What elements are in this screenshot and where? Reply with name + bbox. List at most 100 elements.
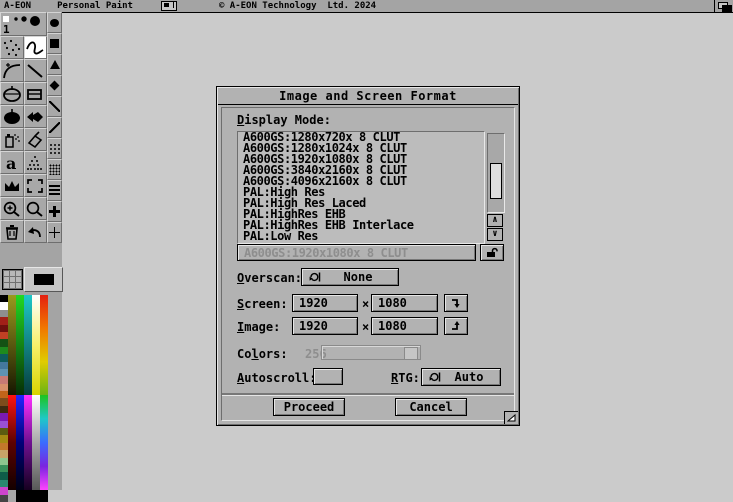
- tool-brush-size-selector[interactable]: 1: [0, 12, 47, 36]
- palette-color-cell[interactable]: [0, 495, 8, 502]
- palette-color-cell[interactable]: [0, 472, 8, 479]
- palette-gradient-strip[interactable]: [32, 295, 40, 395]
- lock-button[interactable]: [480, 244, 504, 261]
- display-mode-option[interactable]: PAL:Low Res: [238, 231, 484, 242]
- palette-misc-column[interactable]: [0, 295, 8, 502]
- image-height-field[interactable]: 1080: [371, 317, 438, 335]
- tool-polygon[interactable]: [24, 105, 48, 128]
- palette-gradient-strip[interactable]: [16, 295, 24, 395]
- palette-grid-button[interactable]: [2, 269, 23, 290]
- pattern-dense-icon[interactable]: [47, 159, 62, 180]
- tool-fill[interactable]: [24, 128, 48, 151]
- tool-freehand[interactable]: [24, 36, 48, 59]
- palette-color-cell[interactable]: [0, 369, 8, 376]
- tool-line[interactable]: [24, 59, 48, 82]
- cross-bold-icon[interactable]: [47, 201, 62, 222]
- dialog-title[interactable]: Image and Screen Format: [218, 88, 518, 105]
- listview-scrollbar[interactable]: [487, 133, 505, 213]
- palette-color-cell[interactable]: [0, 413, 8, 420]
- tool-select-box[interactable]: [24, 174, 48, 197]
- palette-gradient-strip[interactable]: [32, 395, 40, 490]
- palette-gradient-strip[interactable]: [40, 295, 48, 395]
- palette-color-cell[interactable]: [0, 339, 8, 346]
- cross-thin-icon[interactable]: [47, 222, 62, 243]
- current-color-indicator[interactable]: [24, 267, 63, 292]
- palette-gradient-strip[interactable]: [24, 395, 32, 490]
- copy-screen-to-image-button[interactable]: [444, 294, 468, 312]
- palette-color-cell[interactable]: [0, 332, 8, 339]
- palette-color-cell[interactable]: [0, 317, 8, 324]
- screen-height-field[interactable]: 1080: [371, 294, 438, 312]
- tool-undo[interactable]: [24, 220, 48, 243]
- selected-mode-field[interactable]: A600GS:1920x1080x 8 CLUT: [237, 244, 476, 261]
- tool-airbrush[interactable]: [0, 128, 24, 151]
- palette-color-cell[interactable]: [0, 302, 8, 309]
- image-width-field[interactable]: 1920: [292, 317, 358, 335]
- tool-rectangle[interactable]: [24, 82, 48, 105]
- scroll-up-button[interactable]: ∧: [487, 214, 503, 227]
- palette-color-cell[interactable]: [0, 362, 8, 369]
- palette-gradient-strip[interactable]: [24, 295, 32, 395]
- palette-gradient-strip[interactable]: [16, 395, 24, 490]
- palette-color-cell[interactable]: [0, 480, 8, 487]
- palette-color-cell[interactable]: [0, 450, 8, 457]
- tool-filled-ellipse[interactable]: [0, 105, 24, 128]
- palette-color-cell[interactable]: [16, 490, 48, 502]
- palette-color-cell[interactable]: [0, 384, 8, 391]
- palette-bottom-row[interactable]: [8, 490, 48, 502]
- palette-gradient-strip[interactable]: [8, 395, 16, 490]
- palette-color-cell[interactable]: [8, 490, 16, 502]
- palette-color-cell[interactable]: [0, 391, 8, 398]
- tool-trash[interactable]: [0, 220, 24, 243]
- shape-filled-square-icon[interactable]: [47, 33, 62, 54]
- tool-curve[interactable]: [0, 59, 24, 82]
- palette-color-cell[interactable]: [0, 295, 8, 302]
- rtg-cycle-gadget[interactable]: Auto: [421, 368, 501, 386]
- copy-image-to-screen-button[interactable]: [444, 317, 468, 335]
- display-mode-listview[interactable]: A600GS:1280x720x 8 CLUTA600GS:1280x1024x…: [237, 131, 485, 244]
- pattern-lines-icon[interactable]: [47, 180, 62, 201]
- menu-app-title[interactable]: Personal Paint: [57, 1, 133, 11]
- overscan-cycle-gadget[interactable]: None: [301, 268, 399, 286]
- palette-gradient-strip[interactable]: [8, 295, 16, 395]
- scroll-down-button[interactable]: ∨: [487, 228, 503, 241]
- palette-color-cell[interactable]: [0, 428, 8, 435]
- tool-ellipse[interactable]: [0, 82, 24, 105]
- screen-width-field[interactable]: 1920: [292, 294, 358, 312]
- palette-color-cell[interactable]: [0, 325, 8, 332]
- colors-slider[interactable]: [321, 345, 421, 360]
- tool-text[interactable]: a: [0, 151, 24, 174]
- pattern-sparse-icon[interactable]: [47, 138, 62, 159]
- tool-zoom-in[interactable]: [0, 197, 24, 220]
- cancel-button[interactable]: Cancel: [395, 398, 467, 416]
- palette-color-cell[interactable]: [0, 406, 8, 413]
- colors-slider-knob[interactable]: [404, 347, 418, 360]
- palette-color-cell[interactable]: [0, 487, 8, 494]
- palette-color-cell[interactable]: [0, 458, 8, 465]
- screen-depth-gadget-icon[interactable]: [714, 0, 733, 12]
- palette-color-cell[interactable]: [0, 354, 8, 361]
- menu-bar[interactable]: A-EON Personal Paint © A-EON Technology …: [0, 0, 733, 13]
- scrollbar-thumb[interactable]: [490, 163, 502, 199]
- shape-filled-diamond-icon[interactable]: [47, 75, 62, 96]
- resize-gadget[interactable]: [504, 411, 518, 424]
- palette-strips-bottom[interactable]: [8, 395, 48, 490]
- palette-color-cell[interactable]: [0, 376, 8, 383]
- shape-line-thin-icon[interactable]: [47, 96, 62, 117]
- palette-gradient-strip[interactable]: [40, 395, 48, 490]
- palette-color-cell[interactable]: [0, 465, 8, 472]
- autoscroll-checkbox[interactable]: [313, 368, 343, 385]
- color-palette[interactable]: [0, 295, 48, 502]
- palette-color-cell[interactable]: [0, 310, 8, 317]
- palette-color-cell[interactable]: [0, 443, 8, 450]
- palette-strips-top[interactable]: [8, 295, 48, 395]
- palette-color-cell[interactable]: [0, 347, 8, 354]
- palette-color-cell[interactable]: [0, 435, 8, 442]
- palette-color-cell[interactable]: [0, 421, 8, 428]
- palette-color-cell[interactable]: [0, 398, 8, 405]
- shape-line-thick-icon[interactable]: [47, 117, 62, 138]
- shape-filled-circle-icon[interactable]: [47, 12, 62, 33]
- tool-dotted-freehand[interactable]: [0, 36, 24, 59]
- tool-magnify[interactable]: [24, 197, 48, 220]
- proceed-button[interactable]: Proceed: [273, 398, 345, 416]
